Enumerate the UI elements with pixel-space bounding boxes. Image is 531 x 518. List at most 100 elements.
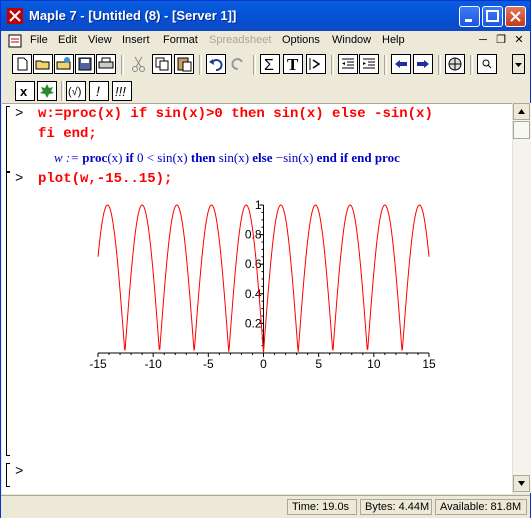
redo-arrow-icon: [231, 58, 243, 70]
menu-edit[interactable]: Edit: [58, 34, 77, 46]
cut-button[interactable]: [129, 54, 149, 74]
forward-button[interactable]: [413, 54, 433, 74]
redo-button[interactable]: [229, 54, 249, 74]
open-folder-icon: [35, 60, 50, 70]
input-prompt: >: [15, 171, 24, 187]
maple-app-icon: [7, 8, 23, 24]
maple-leaf-button[interactable]: [37, 81, 57, 101]
output-kw: proc: [82, 150, 108, 165]
menu-options[interactable]: Options: [282, 34, 320, 46]
save-button[interactable]: [75, 54, 95, 74]
input-proc-line2[interactable]: fi end;: [38, 126, 97, 142]
text-input-button[interactable]: T: [283, 54, 303, 74]
document-icon[interactable]: [7, 33, 23, 49]
menu-help[interactable]: Help: [382, 34, 405, 46]
input-plot-command[interactable]: plot(w,-15..15);: [38, 171, 172, 187]
scissors-icon: [132, 56, 145, 72]
outdent-button[interactable]: [338, 54, 358, 74]
undo-arrow-icon: [209, 59, 223, 71]
prompt-icon: [309, 58, 321, 70]
scroll-up-button[interactable]: [513, 103, 530, 120]
status-bar: Time: 19.0s Bytes: 4.44M Available: 81.8…: [1, 495, 530, 518]
close-button[interactable]: [505, 6, 526, 27]
x-symbol-icon: x: [20, 84, 28, 99]
new-file-icon: [17, 57, 28, 71]
menu-window[interactable]: Window: [332, 34, 371, 46]
toolbar-separator: [384, 55, 387, 75]
toolbar-dropdown[interactable]: [512, 54, 525, 74]
input-proc-line1[interactable]: w:=proc(x) if sin(x)>0 then sin(x) else …: [38, 106, 433, 122]
paste-clipboard-icon: [177, 57, 192, 72]
status-bytes: Bytes: 4.44M: [360, 499, 432, 515]
scroll-down-button[interactable]: [513, 475, 530, 492]
close-icon: [510, 11, 521, 22]
execute-all-button[interactable]: !!!: [112, 81, 132, 101]
worksheet[interactable]: > w:=proc(x) if sin(x)>0 then sin(x) els…: [2, 103, 512, 494]
stop-globe-icon: [448, 57, 462, 71]
status-time: Time: 19.0s: [287, 499, 357, 515]
scroll-down-icon: [518, 481, 525, 486]
execute-exclamation-icon: !: [96, 83, 100, 99]
x-tick-label: 0: [260, 357, 267, 371]
svg-text:!: !: [96, 83, 100, 99]
arrow-left-icon: [395, 60, 407, 68]
indent-icon: [363, 58, 375, 69]
doc-close-icon[interactable]: ✕: [511, 33, 527, 47]
doc-restore-icon[interactable]: ❐: [493, 33, 509, 47]
window-title: Maple 7 - [Untitled (8) - [Server 1]]: [29, 8, 237, 23]
indent-button[interactable]: [359, 54, 379, 74]
new-file-button[interactable]: [12, 54, 32, 74]
open-url-button[interactable]: [54, 54, 74, 74]
svg-text:Σ: Σ: [264, 57, 274, 73]
y-tick-label: 0.6: [245, 257, 262, 271]
menu-format[interactable]: Format: [163, 34, 198, 46]
svg-text:!!!: !!!: [115, 84, 126, 99]
plot-region[interactable]: -15 -10 -5 0 5 10 150.20.40.60.81: [2, 192, 512, 452]
execute-button[interactable]: !: [89, 81, 109, 101]
stop-button[interactable]: [445, 54, 465, 74]
open-url-icon: [56, 57, 71, 70]
back-button[interactable]: [391, 54, 411, 74]
empty-prompt[interactable]: >: [15, 464, 23, 480]
menu-insert[interactable]: Insert: [122, 34, 150, 46]
save-disk-icon: [78, 57, 92, 71]
toolbar-separator: [61, 81, 64, 101]
x-tick-label: -15: [89, 357, 107, 371]
print-button[interactable]: [96, 54, 116, 74]
context-toolbar: x (√) ! !!!: [1, 78, 530, 103]
x-tick-label: 15: [422, 357, 436, 371]
insert-prompt-button[interactable]: [306, 54, 326, 74]
math-mode-button[interactable]: x: [15, 81, 35, 101]
arrow-right-icon: [417, 60, 429, 68]
output-text: sin(x): [215, 150, 253, 165]
minimize-button[interactable]: [459, 6, 480, 27]
menu-file[interactable]: File: [30, 34, 48, 46]
title-bar[interactable]: Maple 7 - [Untitled (8) - [Server 1]]: [1, 1, 530, 31]
doc-minimize-icon[interactable]: ─: [475, 33, 491, 47]
zoom-button[interactable]: [477, 54, 497, 74]
svg-text:(√): (√): [68, 86, 81, 98]
toolbar-separator: [199, 55, 202, 75]
text-t-icon: T: [287, 55, 299, 74]
execution-group-bracket[interactable]: [6, 106, 10, 172]
empty-group-bracket[interactable]: [6, 463, 10, 487]
maximize-button[interactable]: [482, 6, 503, 27]
scroll-thumb[interactable]: [513, 121, 530, 139]
x-tick-label: 5: [315, 357, 322, 371]
y-tick-label: 0.2: [245, 316, 262, 330]
copy-button[interactable]: [152, 54, 172, 74]
undo-button[interactable]: [206, 54, 226, 74]
magnifier-icon: [482, 59, 492, 69]
output-text: 0 < sin(x): [133, 150, 191, 165]
maximize-icon: [486, 10, 499, 22]
sigma-icon: Σ: [264, 57, 274, 74]
svg-text:T: T: [287, 55, 299, 73]
output-kw: end if end proc: [316, 150, 400, 165]
menu-view[interactable]: View: [88, 34, 112, 46]
open-file-button[interactable]: [33, 54, 53, 74]
check-syntax-button[interactable]: (√): [66, 81, 86, 101]
vertical-scrollbar[interactable]: [512, 103, 531, 493]
toolbar-separator: [331, 55, 334, 75]
paste-button[interactable]: [174, 54, 194, 74]
math-input-button[interactable]: Σ: [260, 54, 280, 74]
